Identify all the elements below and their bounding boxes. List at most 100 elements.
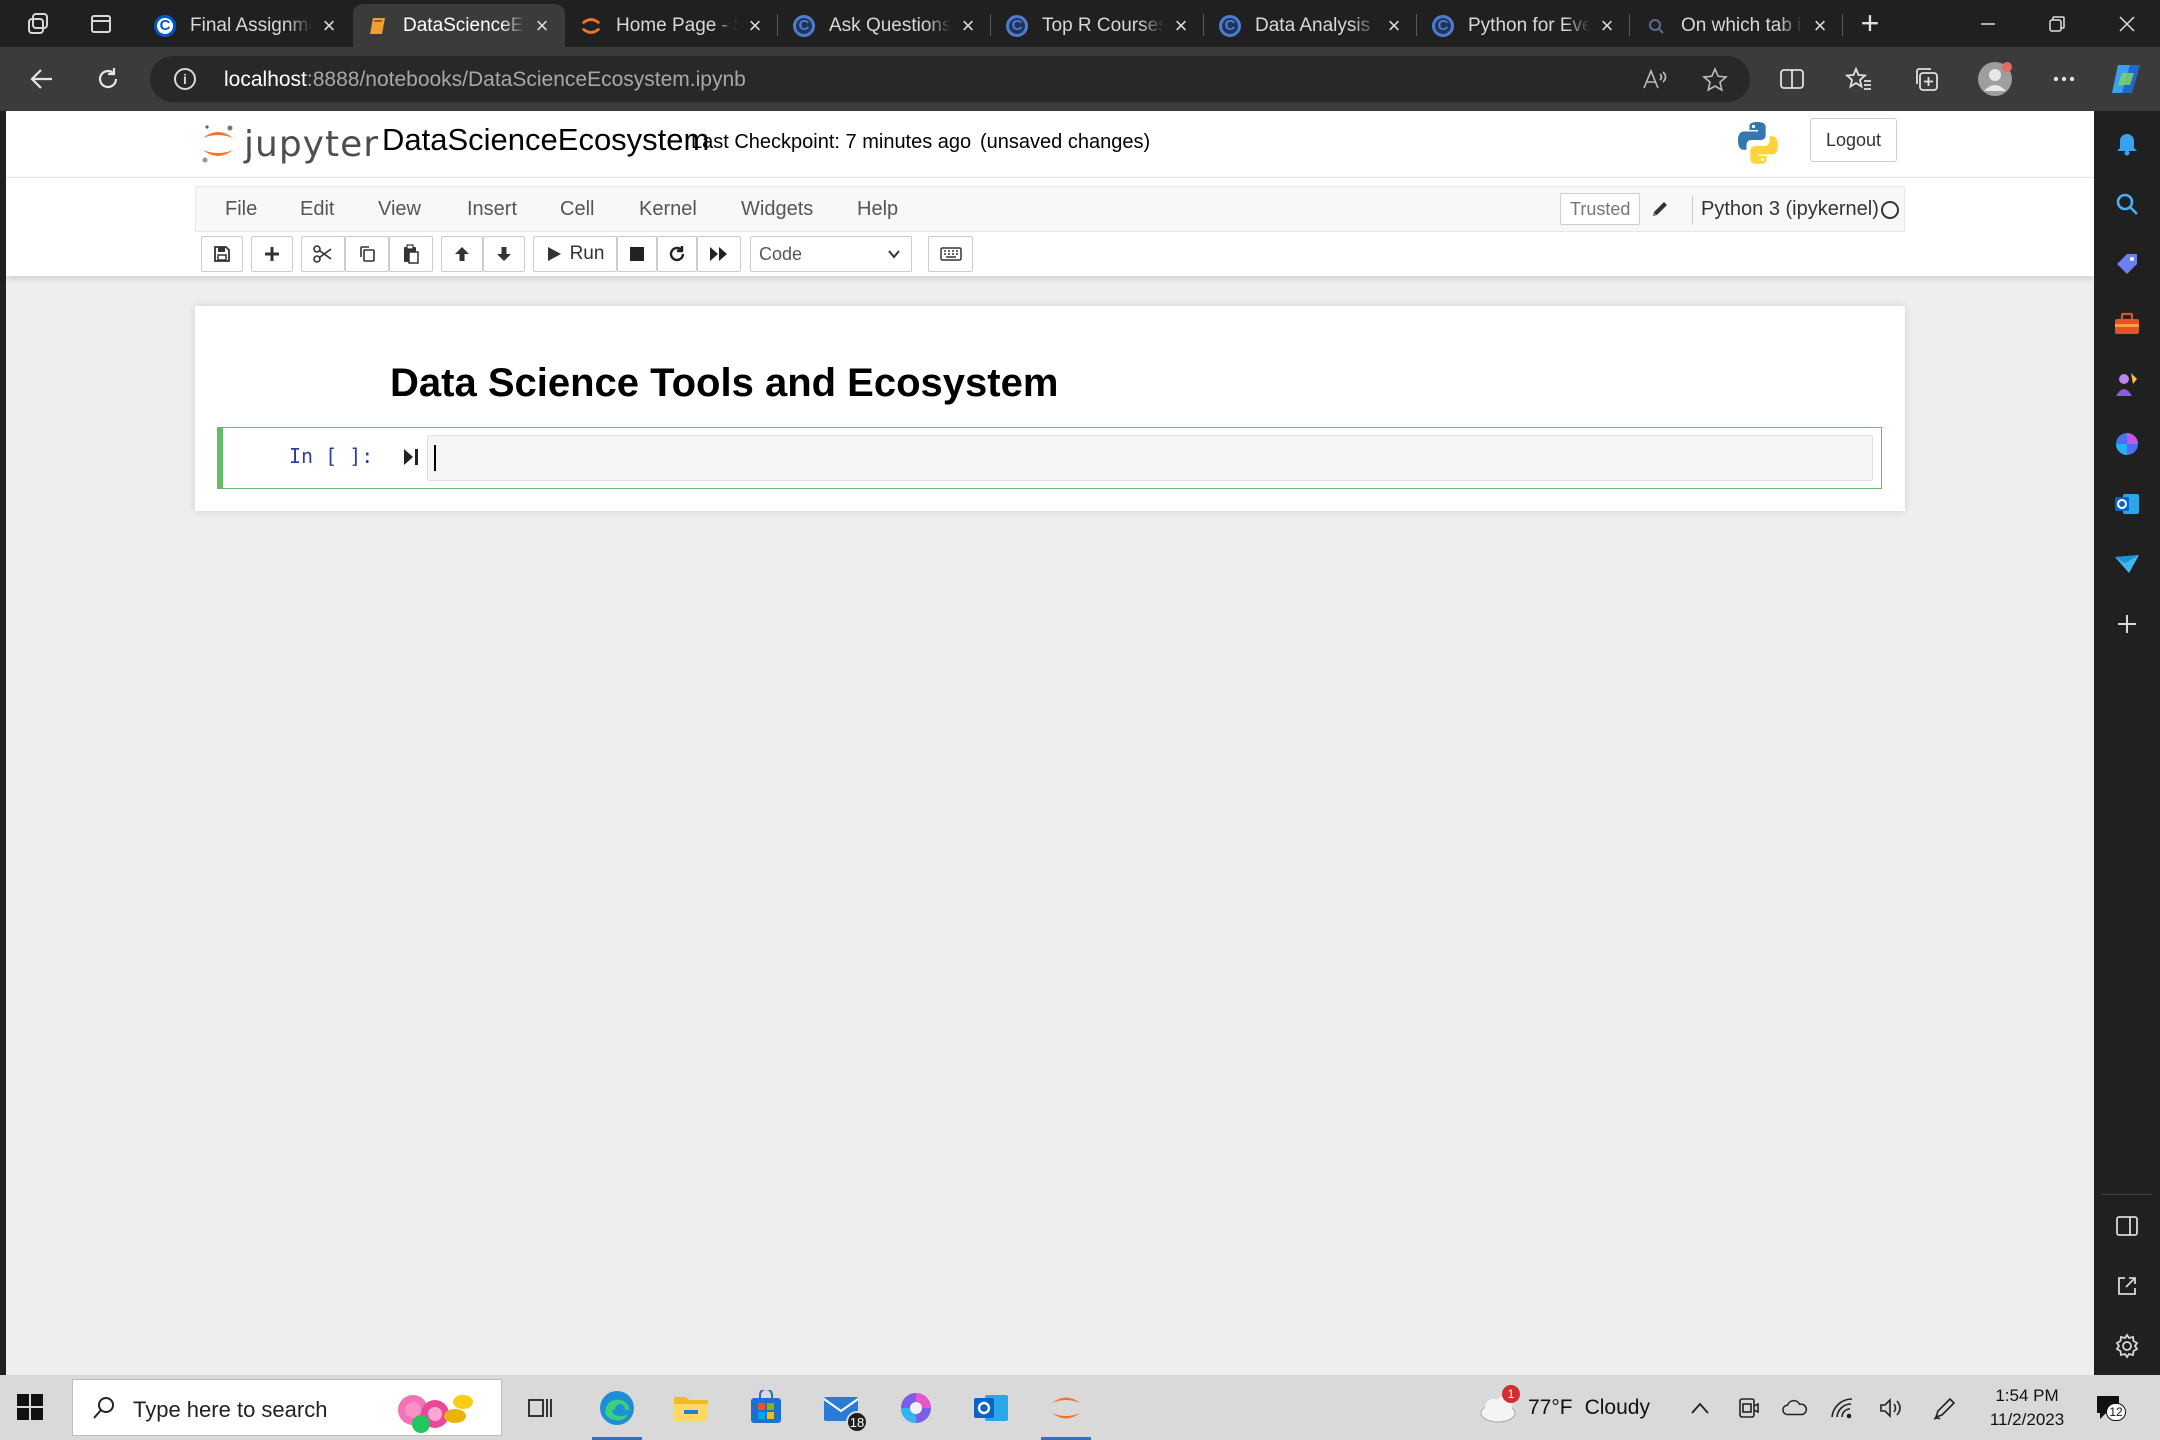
windows-start-icon[interactable] <box>16 1393 44 1421</box>
onedrive-icon[interactable] <box>1782 1395 1808 1421</box>
taskbar-search-box[interactable]: Type here to search <box>72 1379 502 1436</box>
menu-view[interactable]: View <box>378 198 421 221</box>
menu-file[interactable]: File <box>225 198 257 221</box>
move-up-button[interactable] <box>441 236 483 272</box>
interrupt-button[interactable] <box>617 236 657 272</box>
close-icon[interactable]: × <box>1172 14 1190 36</box>
code-cell-selected[interactable]: In [ ]: <box>217 427 1882 489</box>
menu-kernel[interactable]: Kernel <box>639 198 697 221</box>
browser-tab[interactable]: C Final Assignment × <box>140 4 352 47</box>
favorites-icon[interactable] <box>1839 59 1879 99</box>
address-bar[interactable]: i localhost:8888/notebooks/DataScienceEc… <box>150 56 1750 102</box>
copilot-taskbar-icon[interactable] <box>891 1383 941 1433</box>
cell-type-select[interactable]: Code <box>750 236 912 272</box>
copy-button[interactable] <box>345 236 389 272</box>
kernel-name[interactable]: Python 3 (ipykernel) <box>1701 198 1879 221</box>
restart-run-all-button[interactable] <box>697 236 741 272</box>
add-icon[interactable] <box>2112 609 2142 639</box>
menu-widgets[interactable]: Widgets <box>741 198 813 221</box>
browser-tab[interactable]: Home Page - Se × <box>566 4 778 47</box>
bell-icon[interactable] <box>2112 129 2142 159</box>
notebook-name[interactable]: DataScienceEcosystem <box>382 122 709 158</box>
cut-button[interactable] <box>301 236 345 272</box>
games-icon[interactable] <box>2112 369 2142 399</box>
microsoft-store-icon[interactable] <box>741 1383 791 1433</box>
browser-tab[interactable]: On which tab i × <box>1631 4 1843 47</box>
browser-tab[interactable]: C Data Analysis w × <box>1205 4 1417 47</box>
send-icon[interactable] <box>2112 549 2142 579</box>
move-down-button[interactable] <box>483 236 525 272</box>
wifi-icon[interactable] <box>1830 1395 1856 1421</box>
settings-gear-icon[interactable] <box>2112 1331 2142 1361</box>
volume-icon[interactable] <box>1878 1395 1904 1421</box>
tab-actions-icon[interactable] <box>86 9 116 39</box>
site-info-icon[interactable]: i <box>174 68 196 90</box>
split-screen-icon[interactable] <box>1772 59 1812 99</box>
external-link-icon[interactable] <box>2112 1271 2142 1301</box>
system-clock[interactable]: 1:54 PM 11/2/2023 <box>1972 1384 2082 1432</box>
menu-cell[interactable]: Cell <box>560 198 594 221</box>
restart-icon <box>669 246 685 262</box>
close-window-button[interactable] <box>2094 0 2160 47</box>
url-text[interactable]: localhost:8888/notebooks/DataScienceEcos… <box>224 68 746 92</box>
close-icon[interactable]: × <box>1385 14 1403 36</box>
more-options-icon[interactable] <box>2044 59 2084 99</box>
restore-button[interactable] <box>2024 0 2090 47</box>
tools-icon[interactable] <box>2112 309 2142 339</box>
browser-tab[interactable]: C Top R Courses × <box>992 4 1204 47</box>
paste-button[interactable] <box>389 236 433 272</box>
jupyter-logo[interactable]: jupyter <box>200 119 379 169</box>
browser-tab-active[interactable]: DataScienceEcosystem × <box>353 4 565 47</box>
pencil-icon[interactable] <box>1650 199 1670 219</box>
code-input[interactable] <box>427 435 1873 481</box>
close-icon[interactable]: × <box>959 14 977 36</box>
menu-help[interactable]: Help <box>857 198 898 221</box>
profile-avatar[interactable] <box>1975 59 2015 99</box>
mail-icon[interactable]: 18 <box>816 1383 868 1433</box>
pen-icon[interactable] <box>1932 1395 1958 1421</box>
save-button[interactable] <box>201 236 243 272</box>
run-button[interactable]: Run <box>533 236 617 272</box>
read-aloud-icon[interactable] <box>1640 66 1670 94</box>
markdown-heading-cell[interactable]: Data Science Tools and Ecosystem <box>390 361 1058 406</box>
file-explorer-icon[interactable] <box>666 1383 716 1433</box>
notification-center-icon[interactable]: 12 <box>2094 1393 2126 1423</box>
close-icon[interactable]: × <box>1598 14 1616 36</box>
menu-insert[interactable]: Insert <box>467 198 517 221</box>
notification-count-badge: 12 <box>2106 1403 2126 1421</box>
copilot-icon[interactable] <box>2106 59 2146 99</box>
browser-tab[interactable]: C Python for Every × <box>1418 4 1630 47</box>
meet-now-icon[interactable] <box>1735 1395 1761 1421</box>
browser-tab[interactable]: C Ask Questions × <box>779 4 991 47</box>
close-icon[interactable]: × <box>320 14 338 36</box>
command-palette-button[interactable] <box>928 236 973 272</box>
menu-edit[interactable]: Edit <box>300 198 334 221</box>
back-arrow-icon[interactable] <box>22 59 62 99</box>
trusted-indicator[interactable]: Trusted <box>1560 193 1641 225</box>
outlook-icon[interactable] <box>2112 489 2142 519</box>
stop-icon <box>630 247 644 261</box>
weather-widget[interactable]: 1 77°F Cloudy <box>1478 1385 1650 1425</box>
sidebar-layout-icon[interactable] <box>2112 1211 2142 1241</box>
close-icon[interactable]: × <box>533 14 551 36</box>
copilot-sidebar-icon[interactable] <box>2112 429 2142 459</box>
edge-taskbar-icon[interactable] <box>592 1383 642 1440</box>
outlook-taskbar-icon[interactable] <box>966 1383 1016 1433</box>
workspaces-icon[interactable] <box>24 9 54 39</box>
shopping-tag-icon[interactable] <box>2112 249 2142 279</box>
refresh-icon[interactable] <box>88 59 128 99</box>
insert-cell-button[interactable] <box>251 236 293 272</box>
search-icon[interactable] <box>2112 189 2142 219</box>
favorite-star-icon[interactable] <box>1700 66 1730 94</box>
run-cell-icon[interactable] <box>401 446 421 468</box>
chevron-up-icon[interactable] <box>1687 1395 1713 1421</box>
collections-icon[interactable] <box>1906 59 1946 99</box>
restart-kernel-button[interactable] <box>657 236 697 272</box>
close-icon[interactable]: × <box>746 14 764 36</box>
new-tab-button[interactable]: + <box>1852 6 1888 42</box>
close-icon[interactable]: × <box>1811 14 1829 36</box>
jupyter-taskbar-icon[interactable] <box>1041 1383 1091 1440</box>
logout-button[interactable]: Logout <box>1810 118 1897 162</box>
task-view-icon[interactable] <box>515 1383 565 1433</box>
minimize-button[interactable] <box>1955 0 2021 47</box>
